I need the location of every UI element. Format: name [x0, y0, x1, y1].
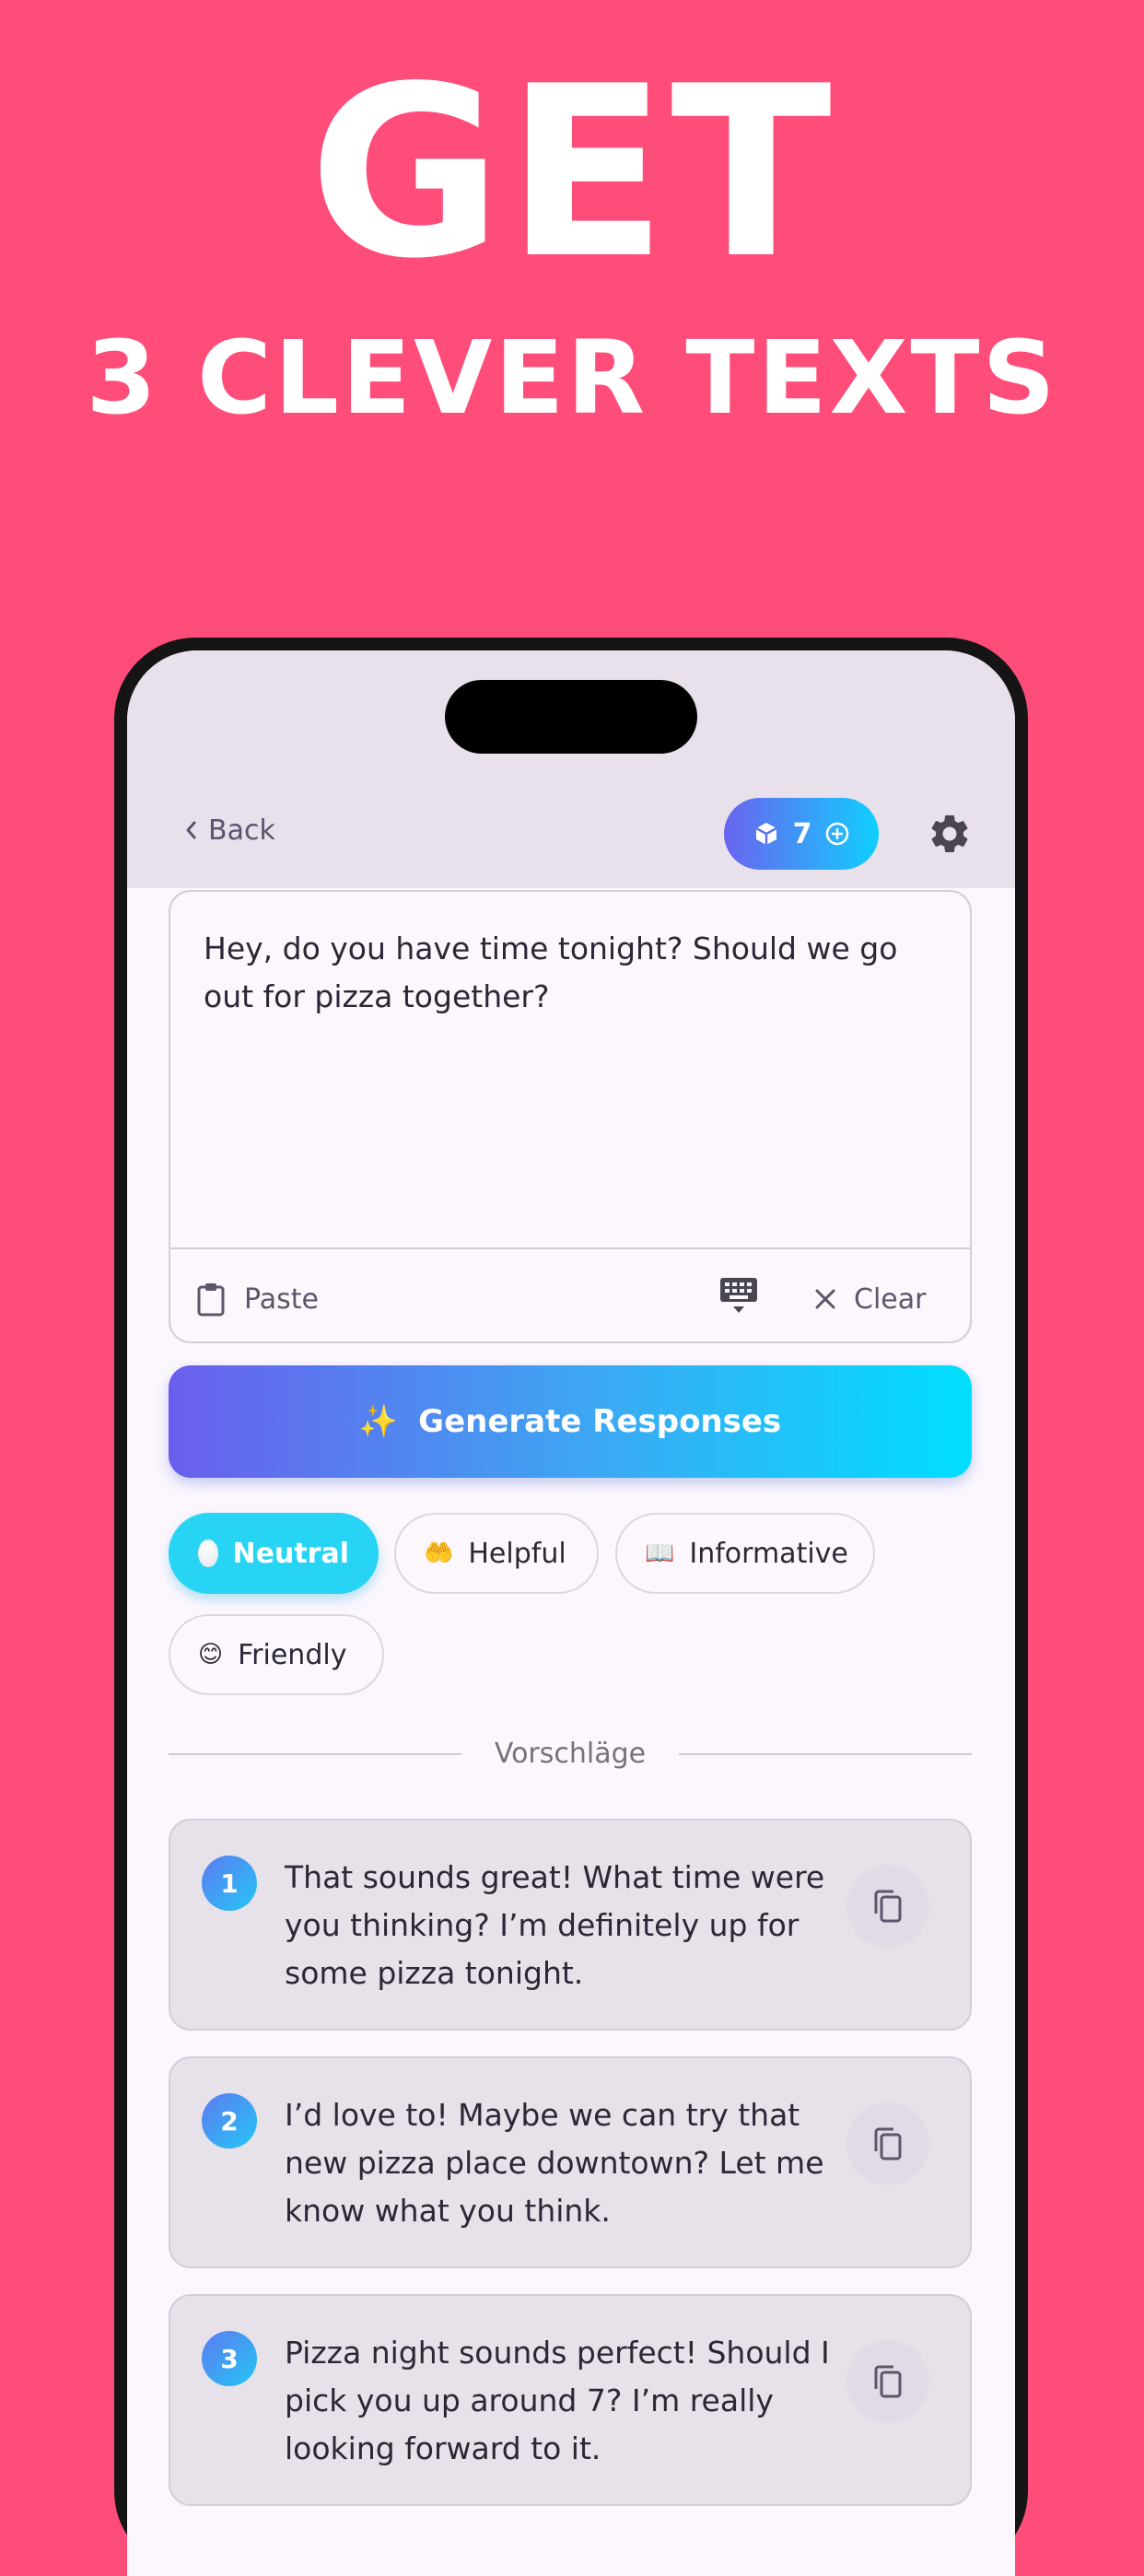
- message-input-card: Hey, do you have time tonight? Should we…: [169, 890, 972, 1343]
- dynamic-island: [445, 680, 697, 754]
- suggestion-card: 2 I’d love to! Maybe we can try that new…: [169, 2056, 972, 2268]
- paste-label: Paste: [244, 1282, 319, 1316]
- suggestion-number-badge: 2: [202, 2093, 257, 2149]
- suggestion-number-badge: 1: [202, 1856, 257, 1911]
- keyboard-hide-icon[interactable]: [718, 1275, 760, 1317]
- divider-line: [679, 1753, 972, 1755]
- clear-button[interactable]: Clear: [813, 1277, 926, 1321]
- plus-circle-icon: [826, 822, 849, 846]
- tone-label: Informative: [689, 1537, 848, 1570]
- copy-button[interactable]: [846, 1865, 929, 1948]
- gear-icon[interactable]: [927, 811, 973, 857]
- open-book-icon: 📖: [645, 1540, 675, 1567]
- tone-label: Friendly: [238, 1638, 347, 1671]
- suggestions-divider: Vorschläge: [169, 1736, 972, 1773]
- back-label: Back: [208, 814, 275, 847]
- tone-chip-informative[interactable]: 📖 Informative: [615, 1513, 875, 1594]
- tone-chip-friendly[interactable]: 😊 Friendly: [169, 1614, 384, 1695]
- generate-label: Generate Responses: [418, 1403, 782, 1440]
- cube-icon: [754, 823, 777, 845]
- tone-label: Neutral: [232, 1537, 349, 1570]
- chevron-left-icon: [186, 821, 196, 839]
- tone-chip-helpful[interactable]: 🤲 Helpful: [394, 1513, 599, 1594]
- copy-icon: [874, 1890, 902, 1923]
- input-divider: [170, 1247, 970, 1249]
- tone-label: Helpful: [468, 1537, 566, 1570]
- generate-responses-button[interactable]: ✨ Generate Responses: [169, 1365, 972, 1478]
- suggestion-card: 3 Pizza night sounds perfect! Should I p…: [169, 2294, 972, 2506]
- suggestion-card: 1 That sounds great! What time were you …: [169, 1819, 972, 2031]
- headline-clever-texts: 3 CLEVER TEXTS: [86, 319, 1058, 437]
- back-button[interactable]: Back: [184, 812, 275, 849]
- copy-icon: [874, 2127, 902, 2160]
- credits-count: 7: [792, 817, 812, 850]
- headline-get: GET: [309, 36, 835, 310]
- phone-frame: Back 7 Hey, do you have time tonight? Sh…: [114, 638, 1028, 2576]
- copy-icon: [874, 2365, 902, 2398]
- sparkles-icon: ✨: [358, 1403, 399, 1440]
- clear-label: Clear: [854, 1282, 927, 1316]
- tone-chip-neutral[interactable]: Neutral: [169, 1513, 379, 1594]
- smiling-face-icon: 😊: [198, 1641, 224, 1669]
- suggestion-text: Pizza night sounds perfect! Should I pic…: [285, 2335, 830, 2466]
- copy-button[interactable]: [846, 2102, 929, 2185]
- clipboard-icon: [197, 1283, 225, 1317]
- top-bar: Back 7: [127, 650, 1015, 888]
- paste-button[interactable]: Paste: [196, 1277, 319, 1321]
- divider-line: [169, 1753, 461, 1755]
- message-input[interactable]: Hey, do you have time tonight? Should we…: [204, 925, 931, 1021]
- open-hands-icon: 🤲: [424, 1540, 454, 1567]
- suggestion-text: That sounds great! What time were you th…: [285, 1859, 825, 1991]
- neutral-circle-icon: [198, 1540, 218, 1567]
- suggestion-number-badge: 3: [202, 2331, 257, 2386]
- credits-button[interactable]: 7: [724, 798, 879, 870]
- suggestions-heading: Vorschläge: [494, 1738, 647, 1770]
- suggestion-text: I’d love to! Maybe we can try that new p…: [285, 2097, 824, 2229]
- copy-button[interactable]: [846, 2340, 929, 2423]
- close-icon: [815, 1289, 835, 1309]
- app-screen: Back 7 Hey, do you have time tonight? Sh…: [127, 650, 1015, 2576]
